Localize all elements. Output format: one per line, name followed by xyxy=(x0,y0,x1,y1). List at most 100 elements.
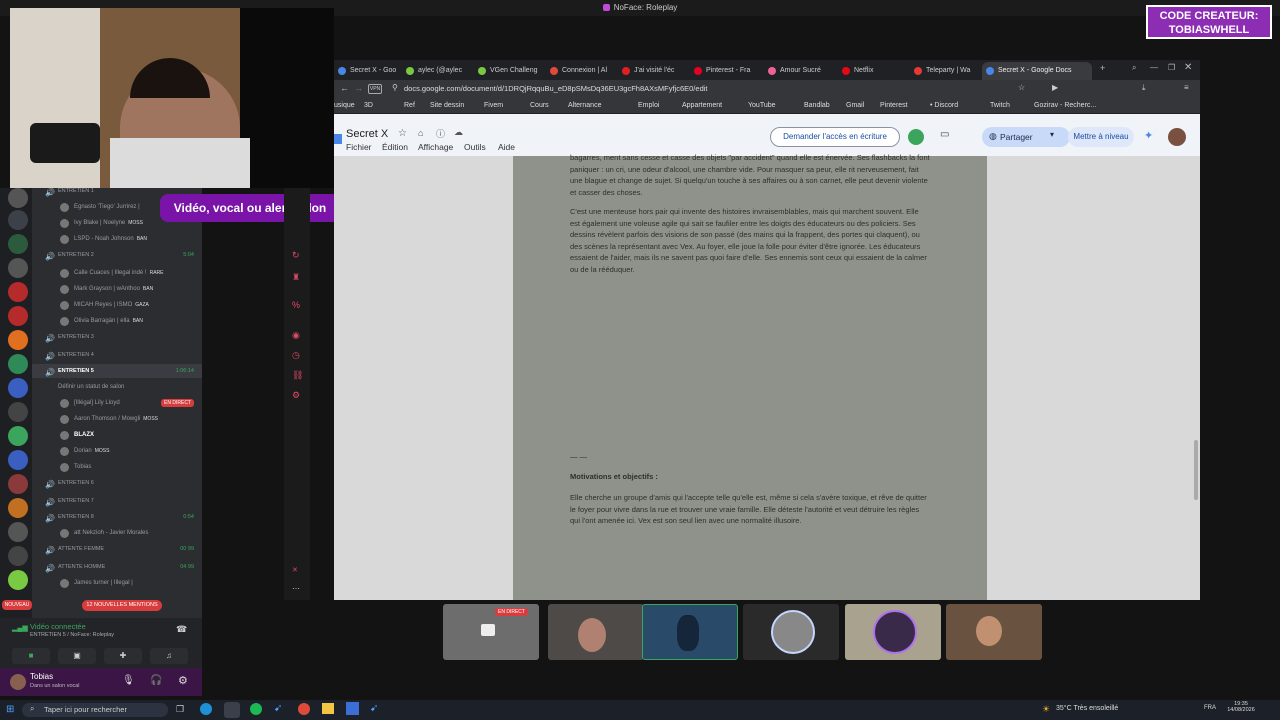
bookmark-item[interactable]: Site dessin xyxy=(430,98,464,114)
new-mentions-pill[interactable]: 12 NOUVELLES MENTIONS xyxy=(82,600,162,611)
chevron-down-icon[interactable]: ▾ xyxy=(1050,130,1054,139)
clock[interactable]: 19:35 14/08/2026 xyxy=(1226,701,1256,713)
participant-avatar-tile[interactable] xyxy=(743,604,839,660)
channel-status[interactable]: Définir un statut de salon xyxy=(32,380,202,394)
voice-member[interactable]: LSPD - Noah Johnson BAN xyxy=(32,232,202,246)
server-icon[interactable] xyxy=(8,570,28,590)
task-view-icon[interactable]: ❐ xyxy=(176,704,184,715)
browser-tab[interactable]: Secret X - Goo xyxy=(334,62,400,80)
mic-icon[interactable]: 🎙 xyxy=(122,675,135,686)
avatar[interactable] xyxy=(10,674,26,690)
headphones-icon[interactable]: 🎧 xyxy=(150,675,162,686)
language-indicator[interactable]: FRA xyxy=(1204,705,1216,711)
request-edit-access-button[interactable]: Demander l'accès en écriture xyxy=(770,127,900,147)
link-icon[interactable]: ⛓ xyxy=(292,370,303,381)
bookmark-item[interactable]: Appartement xyxy=(682,98,722,114)
bookmark-item[interactable]: Gozirav - Recherc... xyxy=(1034,98,1096,114)
vpn-icon[interactable]: VPN xyxy=(368,84,382,94)
activities-button[interactable]: ✚ xyxy=(104,648,142,664)
participant-avatar-tile[interactable] xyxy=(845,604,941,660)
meet-avatar[interactable] xyxy=(908,129,924,145)
bookmark-item[interactable]: Gmail xyxy=(846,98,864,114)
new-badge[interactable]: NOUVEAU xyxy=(2,600,32,610)
docs-menu-1[interactable]: Édition xyxy=(382,142,408,152)
voice-member[interactable]: Aaron Thomson / Mowgli MOSS xyxy=(32,412,202,426)
docs-logo-icon[interactable] xyxy=(334,134,342,144)
voice-channel-name[interactable]: ENTRETIEN 5 / NoFace: Roleplay xyxy=(30,632,114,638)
participant-video[interactable] xyxy=(946,604,1042,660)
screen-share-button[interactable]: ▣ xyxy=(58,648,96,664)
voice-channel[interactable]: 🔊 ENTRETIEN 2 5:04 xyxy=(32,248,202,262)
bookmark-item[interactable]: YouTube xyxy=(748,98,776,114)
discord-taskbar-icon[interactable] xyxy=(224,702,240,718)
browser-tab[interactable]: VGen Challeng xyxy=(474,62,544,80)
cloud-icon[interactable]: ☁ xyxy=(454,127,463,138)
voice-member[interactable]: Olivia Barragán | ella BAN xyxy=(32,314,202,328)
bookmark-item[interactable]: Twitch xyxy=(990,98,1010,114)
server-icon[interactable] xyxy=(8,546,28,566)
edge-icon[interactable] xyxy=(200,703,212,715)
taskbar-search-input[interactable]: Taper ici pour rechercher xyxy=(22,703,168,717)
browser-tab[interactable]: Connexion | Al xyxy=(546,62,616,80)
upgrade-button[interactable]: Mettre à niveau xyxy=(1068,127,1134,147)
docs-menu-2[interactable]: Affichage xyxy=(418,142,453,152)
server-icon[interactable] xyxy=(8,378,28,398)
maximize-icon[interactable]: ❐ xyxy=(1168,63,1175,72)
voice-member[interactable]: BLAZX xyxy=(32,428,202,442)
server-icon[interactable] xyxy=(8,522,28,542)
browser-tab[interactable]: Pinterest - Fra xyxy=(690,62,762,80)
close-window-icon[interactable]: ✕ xyxy=(1184,62,1192,73)
server-icon[interactable] xyxy=(8,282,28,302)
gear-icon[interactable]: ⚙ xyxy=(292,390,300,401)
voice-channel[interactable]: 🔊 ENTRETIEN 4 xyxy=(32,348,202,362)
info-icon[interactable]: ⓘ xyxy=(436,127,445,140)
bookmark-star-icon[interactable]: ☆ xyxy=(1018,83,1025,92)
soundboard-button[interactable]: ♫ xyxy=(150,648,188,664)
browser-tab[interactable]: Netflix xyxy=(838,62,908,80)
trophy-icon[interactable]: ♜ xyxy=(292,272,300,283)
scrollbar[interactable] xyxy=(1194,440,1198,500)
browser-tab[interactable]: Amour Sucré xyxy=(764,62,836,80)
document-page[interactable]: bagarres, ment sans cesse et casse des o… xyxy=(513,153,987,600)
app-icon[interactable]: ➹ xyxy=(370,703,378,714)
voice-channel[interactable]: 🔊 ENTRETIEN 8 0:54 xyxy=(32,510,202,524)
server-icon[interactable] xyxy=(8,188,28,208)
browser-tab[interactable]: Teleparty | Wa xyxy=(910,62,980,80)
clock-icon[interactable]: ◷ xyxy=(292,350,300,361)
percent-icon[interactable]: % xyxy=(292,300,300,310)
voice-channel[interactable]: 🔊 ENTRETIEN 7 xyxy=(32,494,202,508)
chrome-icon[interactable] xyxy=(298,703,310,715)
bookmark-item[interactable]: 3D xyxy=(364,98,373,114)
server-icon[interactable] xyxy=(8,426,28,446)
voice-channel[interactable]: 🔊 ATTENTE FEMME 00 99 xyxy=(32,542,202,556)
bookmark-item[interactable]: Emploi xyxy=(638,98,659,114)
browser-tab[interactable]: aylec (@aylec xyxy=(402,62,472,80)
more-icon[interactable]: ⋯ xyxy=(292,584,300,593)
voice-member[interactable]: MICAH Reyes | ISMO GAZA xyxy=(32,298,202,312)
spotify-icon[interactable] xyxy=(250,703,262,715)
camera-button[interactable]: ■ xyxy=(12,648,50,664)
server-icon[interactable] xyxy=(8,450,28,470)
app-icon[interactable]: ➹ xyxy=(274,703,282,714)
settings-gear-icon[interactable]: ⚙ xyxy=(178,674,188,687)
bookmark-item[interactable]: Cours xyxy=(530,98,549,114)
voice-member[interactable]: [Illégal] Lily Lloyd EN DIRECT xyxy=(32,396,202,410)
bookmark-item[interactable]: • Discord xyxy=(930,98,958,114)
voice-channel[interactable]: 🔊 ENTRETIEN 5 1:06:14 xyxy=(32,364,202,378)
server-icon[interactable] xyxy=(8,330,28,350)
docs-menu-3[interactable]: Outils xyxy=(464,142,486,152)
voice-member[interactable]: Dorian MOSS xyxy=(32,444,202,458)
voice-channel[interactable]: 🔊 ENTRETIEN 6 xyxy=(32,476,202,490)
browser-tab[interactable]: J'ai visité l'éc xyxy=(618,62,688,80)
app-icon[interactable] xyxy=(346,702,359,715)
minimize-icon[interactable]: — xyxy=(1150,63,1158,72)
record-icon[interactable]: ◉ xyxy=(292,330,300,341)
new-tab-button[interactable]: + xyxy=(1100,63,1105,73)
play-icon[interactable]: ▶ xyxy=(1052,83,1058,92)
voice-member[interactable]: Mark Grayson | wAnthoo BAN xyxy=(32,282,202,296)
bookmark-item[interactable]: Fivem xyxy=(484,98,503,114)
start-icon[interactable]: ⊞ xyxy=(6,704,14,715)
url-field[interactable]: docs.google.com/document/d/1DRQjRqquBu_e… xyxy=(404,80,708,98)
server-icon[interactable] xyxy=(8,402,28,422)
bookmark-item[interactable]: Bandlab xyxy=(804,98,830,114)
